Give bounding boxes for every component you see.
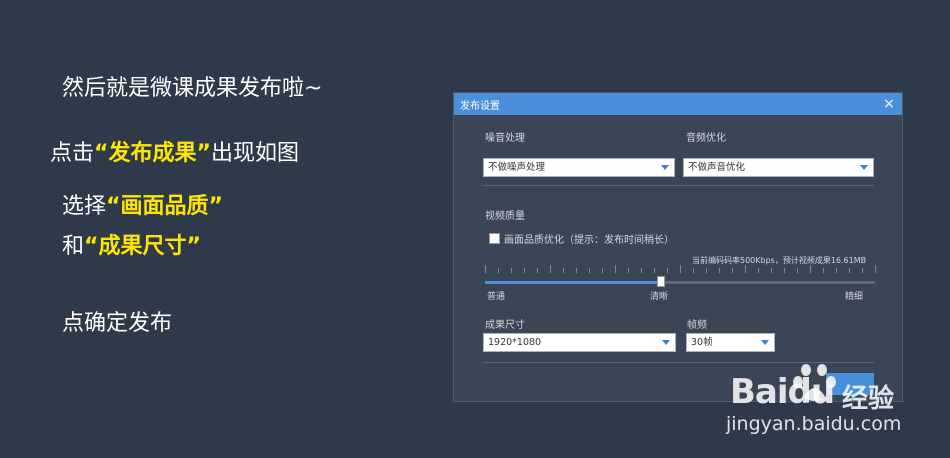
- slider-tick: [667, 268, 668, 273]
- audio-select-value: 不做声音优化: [688, 162, 746, 173]
- line4-prefix: 和: [62, 234, 85, 259]
- slider-tick: [602, 268, 603, 273]
- slider-tick: [875, 265, 876, 273]
- slider-tick: [524, 268, 525, 273]
- output-size-select[interactable]: 1920*1080: [483, 333, 676, 352]
- slider-tick: [485, 265, 486, 273]
- audio-select[interactable]: 不做声音优化: [683, 158, 874, 177]
- fps-select[interactable]: 30帧: [686, 333, 775, 352]
- chevron-down-icon: [860, 165, 868, 170]
- slider-tick: [680, 265, 681, 273]
- line3-prefix: 选择: [62, 194, 107, 219]
- slider-tick: [615, 265, 616, 273]
- chevron-down-icon: [662, 340, 670, 345]
- quality-slider[interactable]: [485, 276, 875, 287]
- dialog-title: 发布设置: [460, 100, 500, 112]
- slider-tick: [823, 268, 824, 273]
- dialog-titlebar: 发布设置 ×: [454, 93, 902, 115]
- slider-tick: [563, 268, 564, 273]
- slider-tick: [771, 268, 772, 273]
- output-size-label: 成果尺寸: [485, 320, 525, 331]
- baidu-jingyan-text: 经验: [842, 384, 895, 414]
- slider-tick: [498, 268, 499, 273]
- line4-highlight: “成果尺寸”: [84, 234, 201, 259]
- slider-tick: [836, 268, 837, 273]
- noise-select[interactable]: 不做噪声处理: [483, 158, 675, 177]
- audio-label: 音频优化: [686, 133, 726, 144]
- slider-tick: [719, 268, 720, 273]
- quality-optimize-label: 画面品质优化（提示：发布时间稍长）: [504, 235, 674, 246]
- video-quality-label: 视频质量: [485, 211, 525, 222]
- slide-line-1: 然后就是微课成果发布啦~: [62, 76, 323, 101]
- slider-tick: [732, 268, 733, 273]
- slider-tick: [693, 268, 694, 273]
- slide-line-3: 选择“画面品质”: [62, 188, 223, 220]
- slider-tick: [706, 268, 707, 273]
- line2-prefix: 点击: [50, 141, 95, 166]
- line2-highlight: “发布成果”: [94, 141, 211, 166]
- slider-tick: [849, 268, 850, 273]
- slider-tick: [537, 268, 538, 273]
- slider-label-normal: 普通: [487, 292, 506, 302]
- chevron-down-icon: [761, 340, 769, 345]
- slider-thumb[interactable]: [656, 276, 665, 287]
- chevron-down-icon: [661, 165, 669, 170]
- slider-tick: [628, 268, 629, 273]
- slider-fill: [485, 281, 661, 284]
- line2-suffix: 出现如图: [210, 141, 299, 166]
- slider-label-fine: 精细: [845, 292, 864, 302]
- line3-highlight: “画面品质”: [106, 194, 223, 219]
- slider-tick: [550, 265, 551, 273]
- fps-value: 30帧: [691, 337, 713, 348]
- fps-label: 帧频: [687, 320, 707, 331]
- slider-tick: [654, 268, 655, 273]
- quality-optimize-checkbox[interactable]: [489, 233, 500, 244]
- baidu-paw-icon: [793, 364, 836, 401]
- noise-label: 噪音处理: [485, 133, 525, 144]
- noise-select-value: 不做噪声处理: [488, 162, 546, 173]
- close-icon[interactable]: ×: [880, 94, 898, 114]
- slider-tick: [797, 268, 798, 273]
- slide-line-2: 点击“发布成果”出现如图: [50, 135, 299, 167]
- publish-settings-dialog: 发布设置 × 噪音处理 音频优化 不做噪声处理 不做声音优化 视频质量 画面品质…: [453, 92, 903, 402]
- slider-tick: [862, 268, 863, 273]
- slider-ticks: [485, 265, 876, 273]
- slider-tick: [589, 268, 590, 273]
- slider-tick: [784, 268, 785, 273]
- slide-line-5: 点确定发布: [62, 311, 173, 336]
- divider: [483, 185, 874, 186]
- slider-tick: [641, 268, 642, 273]
- slider-tick: [745, 265, 746, 273]
- slider-label-clear: 清晰: [650, 292, 669, 302]
- slider-tick: [758, 268, 759, 273]
- slider-tick: [511, 268, 512, 273]
- slider-tick: [576, 268, 577, 273]
- watermark-url: jingyan.baidu.com: [726, 413, 902, 435]
- slider-tick: [810, 265, 811, 273]
- slide-line-4: 和“成果尺寸”: [62, 228, 201, 260]
- output-size-value: 1920*1080: [488, 337, 542, 348]
